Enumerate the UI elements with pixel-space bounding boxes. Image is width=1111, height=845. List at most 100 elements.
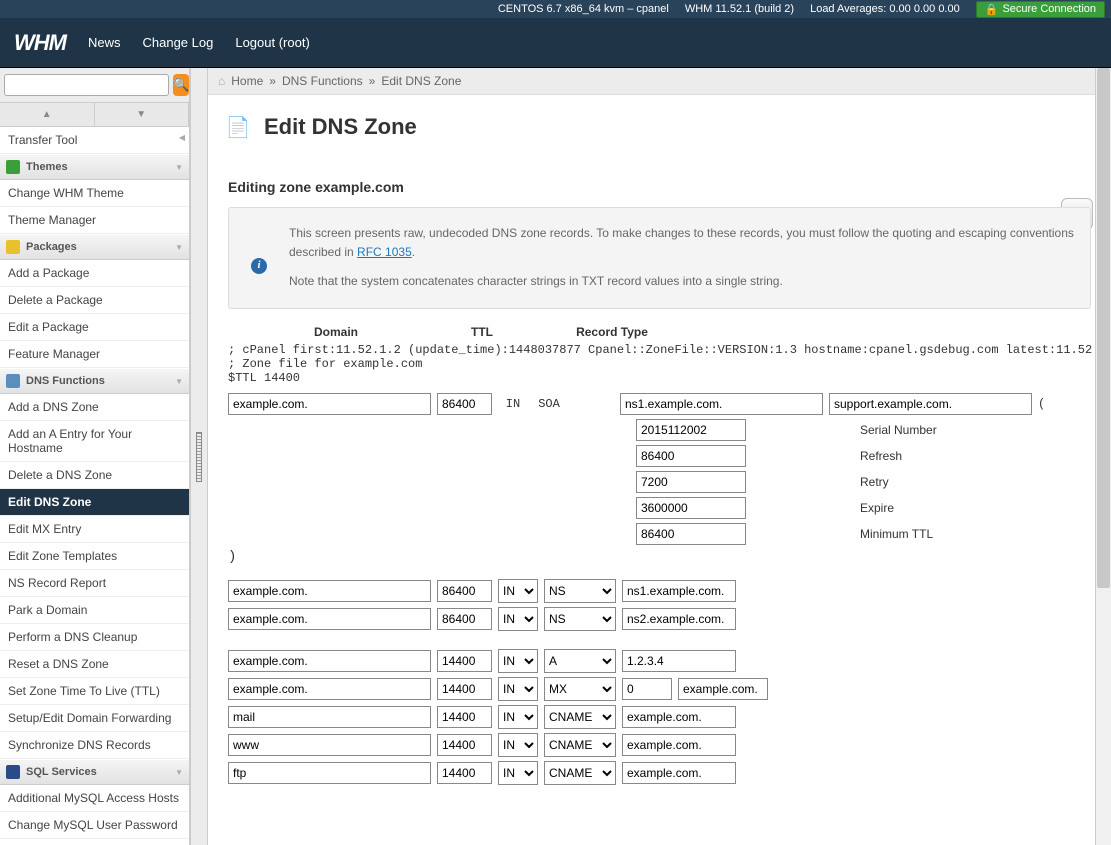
record-domain-input[interactable] [228, 678, 431, 700]
record-domain-input[interactable] [228, 734, 431, 756]
sidebar-item-domain-forwarding[interactable]: Setup/Edit Domain Forwarding [0, 705, 189, 732]
record-value-input[interactable] [622, 608, 736, 630]
record-priority-input[interactable] [622, 678, 672, 700]
record-class-select[interactable]: IN [498, 649, 538, 673]
nav-news[interactable]: News [88, 35, 121, 50]
record-type-select[interactable]: CNAME [544, 705, 616, 729]
breadcrumb-current: Edit DNS Zone [381, 74, 461, 88]
sidebar-cat-packages[interactable]: Packages▼ [0, 234, 189, 260]
soa-ttl-input[interactable] [437, 393, 492, 415]
sidebar-cat-themes[interactable]: Themes▼ [0, 154, 189, 180]
record-type-select[interactable]: NS [544, 579, 616, 603]
soa-type: SOA [534, 397, 564, 411]
record-ttl-input[interactable] [437, 762, 492, 784]
nav-logout[interactable]: Logout (root) [235, 35, 309, 50]
label: SQL Services [26, 766, 97, 778]
record-type-select[interactable]: MX [544, 677, 616, 701]
soa-retry-input[interactable] [636, 471, 746, 493]
soa-expire-input[interactable] [636, 497, 746, 519]
sidebar-item-edit-zone[interactable]: Edit DNS Zone [0, 489, 189, 516]
sidebar-item-dns-cleanup[interactable]: Perform a DNS Cleanup [0, 624, 189, 651]
record-ttl-input[interactable] [437, 580, 492, 602]
record-class-select[interactable]: IN [498, 733, 538, 757]
sidebar-search-button[interactable]: 🔍 [173, 74, 189, 96]
rfc-1035-link[interactable]: RFC 1035 [357, 245, 412, 259]
sidebar-item-ns-report[interactable]: NS Record Report [0, 570, 189, 597]
record-domain-input[interactable] [228, 580, 431, 602]
sidebar-down-button[interactable]: ▼ [95, 103, 190, 126]
record-ttl-input[interactable] [437, 608, 492, 630]
sidebar-item-mysql-hosts[interactable]: Additional MySQL Access Hosts [0, 785, 189, 812]
record-type-select[interactable]: NS [544, 607, 616, 631]
nav-changelog[interactable]: Change Log [143, 35, 214, 50]
sidebar-search-input[interactable] [4, 74, 169, 96]
whm-version: WHM 11.52.1 (build 2) [685, 3, 794, 15]
soa-ns-input[interactable] [620, 393, 823, 415]
sidebar-up-button[interactable]: ▲ [0, 103, 95, 126]
sidebar-item-mysql-password[interactable]: Change MySQL User Password [0, 812, 189, 839]
record-class-select[interactable]: IN [498, 677, 538, 701]
vertical-scrollbar[interactable] [1095, 68, 1111, 845]
sidebar-item-db-map[interactable]: Database Map Tool [0, 839, 189, 845]
record-value-input[interactable] [622, 706, 736, 728]
record-value-input[interactable] [678, 678, 768, 700]
sidebar-item-delete-zone[interactable]: Delete a DNS Zone [0, 462, 189, 489]
record-value-input[interactable] [622, 762, 736, 784]
soa-minttl-label: Minimum TTL [860, 527, 933, 541]
record-row: INCNAME [228, 705, 1091, 729]
sidebar-item-feature-manager[interactable]: Feature Manager [0, 341, 189, 368]
sidebar-item-change-theme[interactable]: Change WHM Theme [0, 180, 189, 207]
record-row: INA [228, 649, 1091, 673]
sidebar: 🔍 ▲ ▼ Transfer Tool◀ Themes▼ Change WHM … [0, 68, 190, 845]
record-class-select[interactable]: IN [498, 761, 538, 785]
sidebar-item-sync-dns[interactable]: Synchronize DNS Records [0, 732, 189, 759]
col-record-type: Record Type [552, 325, 672, 339]
sidebar-item-edit-mx[interactable]: Edit MX Entry [0, 516, 189, 543]
record-value-input[interactable] [622, 650, 736, 672]
sidebar-item-theme-manager[interactable]: Theme Manager [0, 207, 189, 234]
record-row: INCNAME [228, 761, 1091, 785]
load-avg: Load Averages: 0.00 0.00 0.00 [810, 3, 960, 15]
record-type-select[interactable]: A [544, 649, 616, 673]
sidebar-item-edit-templates[interactable]: Edit Zone Templates [0, 543, 189, 570]
soa-serial-input[interactable] [636, 419, 746, 441]
scrollbar-thumb[interactable] [1097, 68, 1110, 588]
record-domain-input[interactable] [228, 706, 431, 728]
record-domain-input[interactable] [228, 650, 431, 672]
sidebar-item-park-domain[interactable]: Park a Domain [0, 597, 189, 624]
soa-domain-input[interactable] [228, 393, 431, 415]
sidebar-item-transfer-tool[interactable]: Transfer Tool◀ [0, 127, 189, 154]
soa-retry-label: Retry [860, 475, 889, 489]
soa-minttl-input[interactable] [636, 523, 746, 545]
sidebar-splitter[interactable] [190, 68, 208, 845]
record-class-select[interactable]: IN [498, 607, 538, 631]
soa-refresh-input[interactable] [636, 445, 746, 467]
record-ttl-input[interactable] [437, 706, 492, 728]
secure-connection-label: Secure Connection [1002, 3, 1096, 15]
record-value-input[interactable] [622, 734, 736, 756]
sidebar-item-add-a-entry[interactable]: Add an A Entry for Your Hostname [0, 421, 189, 462]
record-domain-input[interactable] [228, 608, 431, 630]
record-ttl-input[interactable] [437, 734, 492, 756]
sidebar-cat-sql[interactable]: SQL Services▼ [0, 759, 189, 785]
record-type-select[interactable]: CNAME [544, 761, 616, 785]
breadcrumb-home[interactable]: Home [231, 74, 263, 88]
sidebar-item-delete-package[interactable]: Delete a Package [0, 287, 189, 314]
sidebar-item-add-package[interactable]: Add a Package [0, 260, 189, 287]
record-domain-input[interactable] [228, 762, 431, 784]
record-type-select[interactable]: CNAME [544, 733, 616, 757]
breadcrumb-dns[interactable]: DNS Functions [282, 74, 363, 88]
sidebar-item-add-zone[interactable]: Add a DNS Zone [0, 394, 189, 421]
sidebar-cat-dns[interactable]: DNS Functions▼ [0, 368, 189, 394]
soa-email-input[interactable] [829, 393, 1032, 415]
record-class-select[interactable]: IN [498, 579, 538, 603]
sidebar-item-reset-zone[interactable]: Reset a DNS Zone [0, 651, 189, 678]
zone-table-header: Domain TTL Record Type [228, 325, 1091, 339]
whm-logo: WHM [14, 30, 66, 56]
record-value-input[interactable] [622, 580, 736, 602]
record-ttl-input[interactable] [437, 678, 492, 700]
sidebar-item-set-ttl[interactable]: Set Zone Time To Live (TTL) [0, 678, 189, 705]
record-class-select[interactable]: IN [498, 705, 538, 729]
sidebar-item-edit-package[interactable]: Edit a Package [0, 314, 189, 341]
record-ttl-input[interactable] [437, 650, 492, 672]
